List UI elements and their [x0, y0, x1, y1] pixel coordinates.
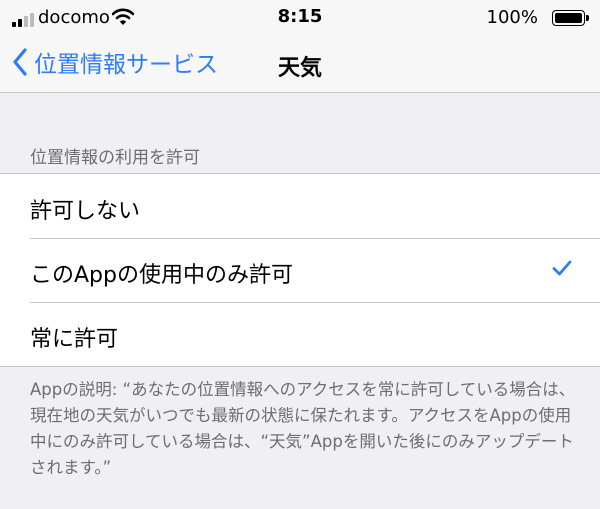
option-never[interactable]: 許可しない: [0, 174, 600, 238]
battery-percentage: 100%: [486, 7, 538, 28]
navigation-bar: 位置情報サービス 天気: [0, 34, 600, 93]
page-title: 天気: [277, 56, 322, 81]
app-description: Appの説明: “あなたの位置情報へのアクセスを常に許可している場合は、現在地の…: [30, 380, 576, 477]
battery-icon: [552, 10, 590, 26]
status-bar: docomo 8:15 100%: [0, 0, 600, 34]
option-always[interactable]: 常に許可: [0, 302, 600, 366]
location-permission-options: 許可しない このAppの使用中のみ許可 常に許可: [0, 173, 600, 367]
option-while-using-app[interactable]: このAppの使用中のみ許可: [0, 238, 600, 302]
option-label: 許可しない: [30, 199, 141, 224]
section-header: 位置情報の利用を許可: [30, 148, 200, 168]
option-label: 常に許可: [30, 327, 119, 352]
checkmark-icon: [552, 260, 572, 276]
option-label: このAppの使用中のみ許可: [30, 263, 293, 288]
